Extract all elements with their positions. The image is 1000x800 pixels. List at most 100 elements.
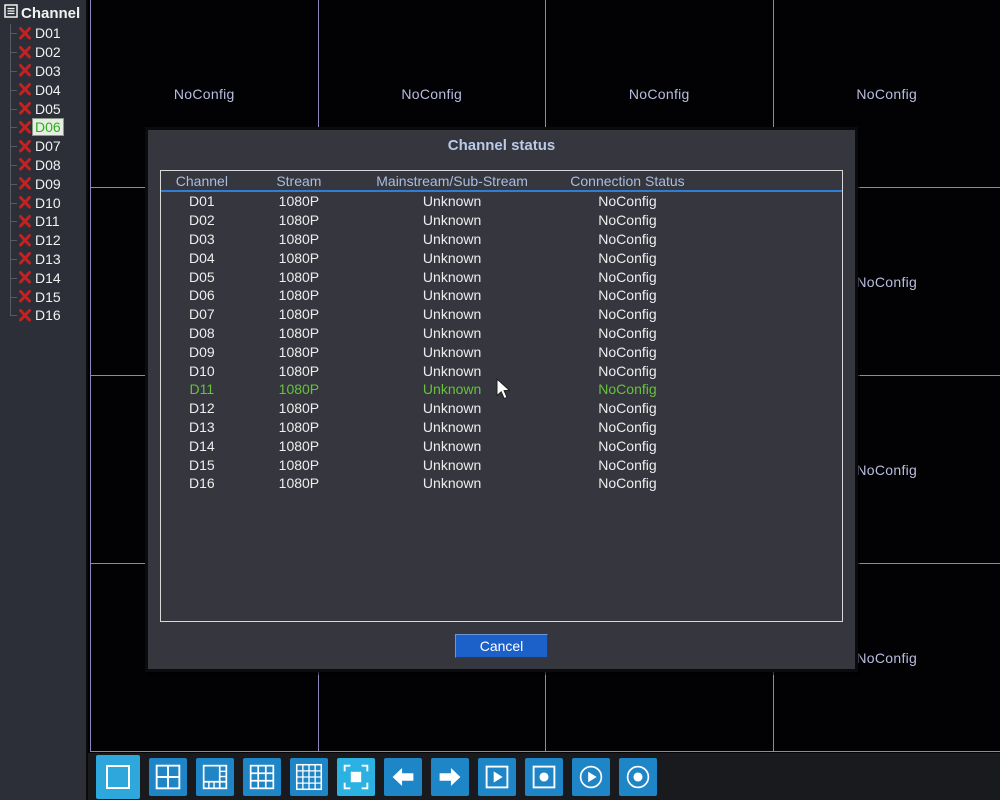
tree-connector (0, 136, 18, 156)
status-row-D12[interactable]: D12 1080P Unknown NoConfig (161, 399, 842, 418)
status-row-D03[interactable]: D03 1080P Unknown NoConfig (161, 230, 842, 249)
channel-label: D01 (35, 25, 61, 42)
cell-stream: 1080P (278, 268, 320, 285)
record-toggle-button[interactable] (525, 757, 563, 796)
status-row-D04[interactable]: D04 1080P Unknown NoConfig (161, 248, 842, 267)
cell-channel: D14 (189, 437, 215, 454)
tour-play-button[interactable] (478, 757, 516, 796)
sidebar-item-D14[interactable]: D14 (0, 268, 86, 287)
view-quad-icon (155, 764, 181, 789)
playback-button[interactable] (572, 757, 610, 796)
channel-label: D05 (35, 100, 61, 117)
tree-connector (0, 193, 18, 212)
cell-status: NoConfig (598, 193, 657, 210)
sidebar-item-D01[interactable]: D01 (0, 24, 86, 43)
disconnected-x-icon (18, 177, 32, 190)
cancel-button[interactable]: Cancel (454, 634, 549, 658)
cell-stream: 1080P (278, 193, 320, 210)
cell-mainstream: Unknown (422, 400, 482, 417)
pip-focus-icon (343, 764, 369, 789)
cell-stream: 1080P (278, 456, 320, 473)
status-row-D13[interactable]: D13 1080P Unknown NoConfig (161, 418, 842, 437)
cell-status-label: NoConfig (628, 85, 690, 102)
sidebar-item-D12[interactable]: D12 (0, 230, 86, 250)
cell-stream: 1080P (278, 249, 320, 266)
cell-channel: D05 (189, 268, 215, 285)
view-nine-icon (249, 764, 275, 789)
sidebar-item-D11[interactable]: D11 (0, 211, 86, 231)
sidebar-item-D09[interactable]: D09 (0, 174, 86, 193)
status-row-D09[interactable]: D09 1080P Unknown NoConfig (161, 342, 842, 361)
view-quad-button[interactable] (149, 757, 187, 796)
cell-status-label: NoConfig (856, 85, 918, 102)
sidebar-item-D15[interactable]: D15 (0, 287, 86, 306)
channel-tree: D01 D02 D03 D04 D05 D06 D07 D08 D09 D10 D11 D12 D13 D… (0, 24, 86, 325)
status-row-D10[interactable]: D10 1080P Unknown NoConfig (161, 361, 842, 380)
channel-label: D11 (35, 213, 60, 230)
cell-channel: D09 (189, 343, 215, 360)
status-row-D05[interactable]: D05 1080P Unknown NoConfig (161, 267, 842, 286)
record-status-button[interactable] (619, 757, 657, 796)
sidebar-item-D03[interactable]: D03 (0, 61, 86, 81)
channel-label: D12 (35, 232, 61, 249)
bottom-toolbar (88, 753, 1000, 800)
view-single-button[interactable] (96, 754, 140, 799)
cell-status: NoConfig (598, 306, 657, 323)
cell-channel: D13 (189, 418, 215, 435)
view-sixteen-icon (295, 763, 323, 790)
dialog-footer: Cancel (148, 634, 855, 658)
status-row-D16[interactable]: D16 1080P Unknown NoConfig (161, 474, 842, 493)
disconnected-x-icon (18, 26, 32, 40)
cell-status: NoConfig (598, 437, 657, 454)
sidebar-item-D07[interactable]: D07 (0, 136, 86, 156)
view-nine-button[interactable] (243, 757, 281, 796)
table-header-row: Channel Stream Mainstream/Sub-Stream Con… (161, 171, 842, 192)
disconnected-x-icon (18, 196, 32, 209)
sidebar-item-D10[interactable]: D10 (0, 193, 86, 212)
sidebar-item-D13[interactable]: D13 (0, 249, 86, 269)
sidebar-item-D02[interactable]: D02 (0, 42, 86, 62)
sidebar-item-D04[interactable]: D04 (0, 80, 86, 99)
cell-stream: 1080P (278, 418, 320, 435)
view-sixteen-button[interactable] (290, 757, 328, 796)
sidebar-item-D08[interactable]: D08 (0, 155, 86, 175)
status-row-D07[interactable]: D07 1080P Unknown NoConfig (161, 305, 842, 324)
disconnected-x-icon (18, 102, 32, 115)
status-row-D06[interactable]: D06 1080P Unknown NoConfig (161, 286, 842, 305)
tree-connector (0, 287, 18, 306)
next-channel-button[interactable] (431, 757, 469, 796)
cell-mainstream: Unknown (422, 193, 482, 210)
sidebar-title: Channel (21, 4, 81, 22)
channel-label: D03 (35, 62, 61, 79)
header-channel: Channel (175, 172, 228, 189)
sidebar-item-D06[interactable]: D06 (0, 117, 86, 137)
cell-status-label: NoConfig (856, 461, 918, 478)
status-row-D02[interactable]: D02 1080P Unknown NoConfig (161, 211, 842, 230)
tree-connector (0, 80, 18, 99)
tree-connector (0, 42, 18, 62)
status-row-D01[interactable]: D01 1080P Unknown NoConfig (161, 192, 842, 211)
status-row-D11[interactable]: D11 1080P Unknown NoConfig (161, 380, 842, 399)
sidebar-item-D05[interactable]: D05 (0, 99, 86, 118)
channel-label: D15 (35, 288, 61, 305)
prev-arrow-icon (392, 767, 414, 786)
status-row-D15[interactable]: D15 1080P Unknown NoConfig (161, 455, 842, 474)
cell-status: NoConfig (598, 212, 657, 229)
cell-channel: D10 (189, 362, 215, 379)
cell-status: NoConfig (598, 324, 657, 341)
cell-mainstream: Unknown (422, 475, 482, 492)
tree-connector (0, 155, 18, 175)
pip-focus-button[interactable] (337, 757, 375, 796)
sidebar-item-D16[interactable]: D16 (0, 305, 86, 325)
channel-tree-header[interactable]: Channel (0, 0, 86, 24)
disconnected-x-icon (18, 158, 32, 171)
view-eight-button[interactable] (196, 757, 234, 796)
cell-mainstream: Unknown (422, 230, 482, 247)
cell-stream: 1080P (278, 306, 320, 323)
record-square-icon (532, 765, 556, 788)
cell-channel: D16 (189, 475, 215, 492)
cell-stream: 1080P (278, 324, 320, 341)
prev-channel-button[interactable] (384, 757, 422, 796)
status-row-D14[interactable]: D14 1080P Unknown NoConfig (161, 436, 842, 455)
status-row-D08[interactable]: D08 1080P Unknown NoConfig (161, 324, 842, 343)
